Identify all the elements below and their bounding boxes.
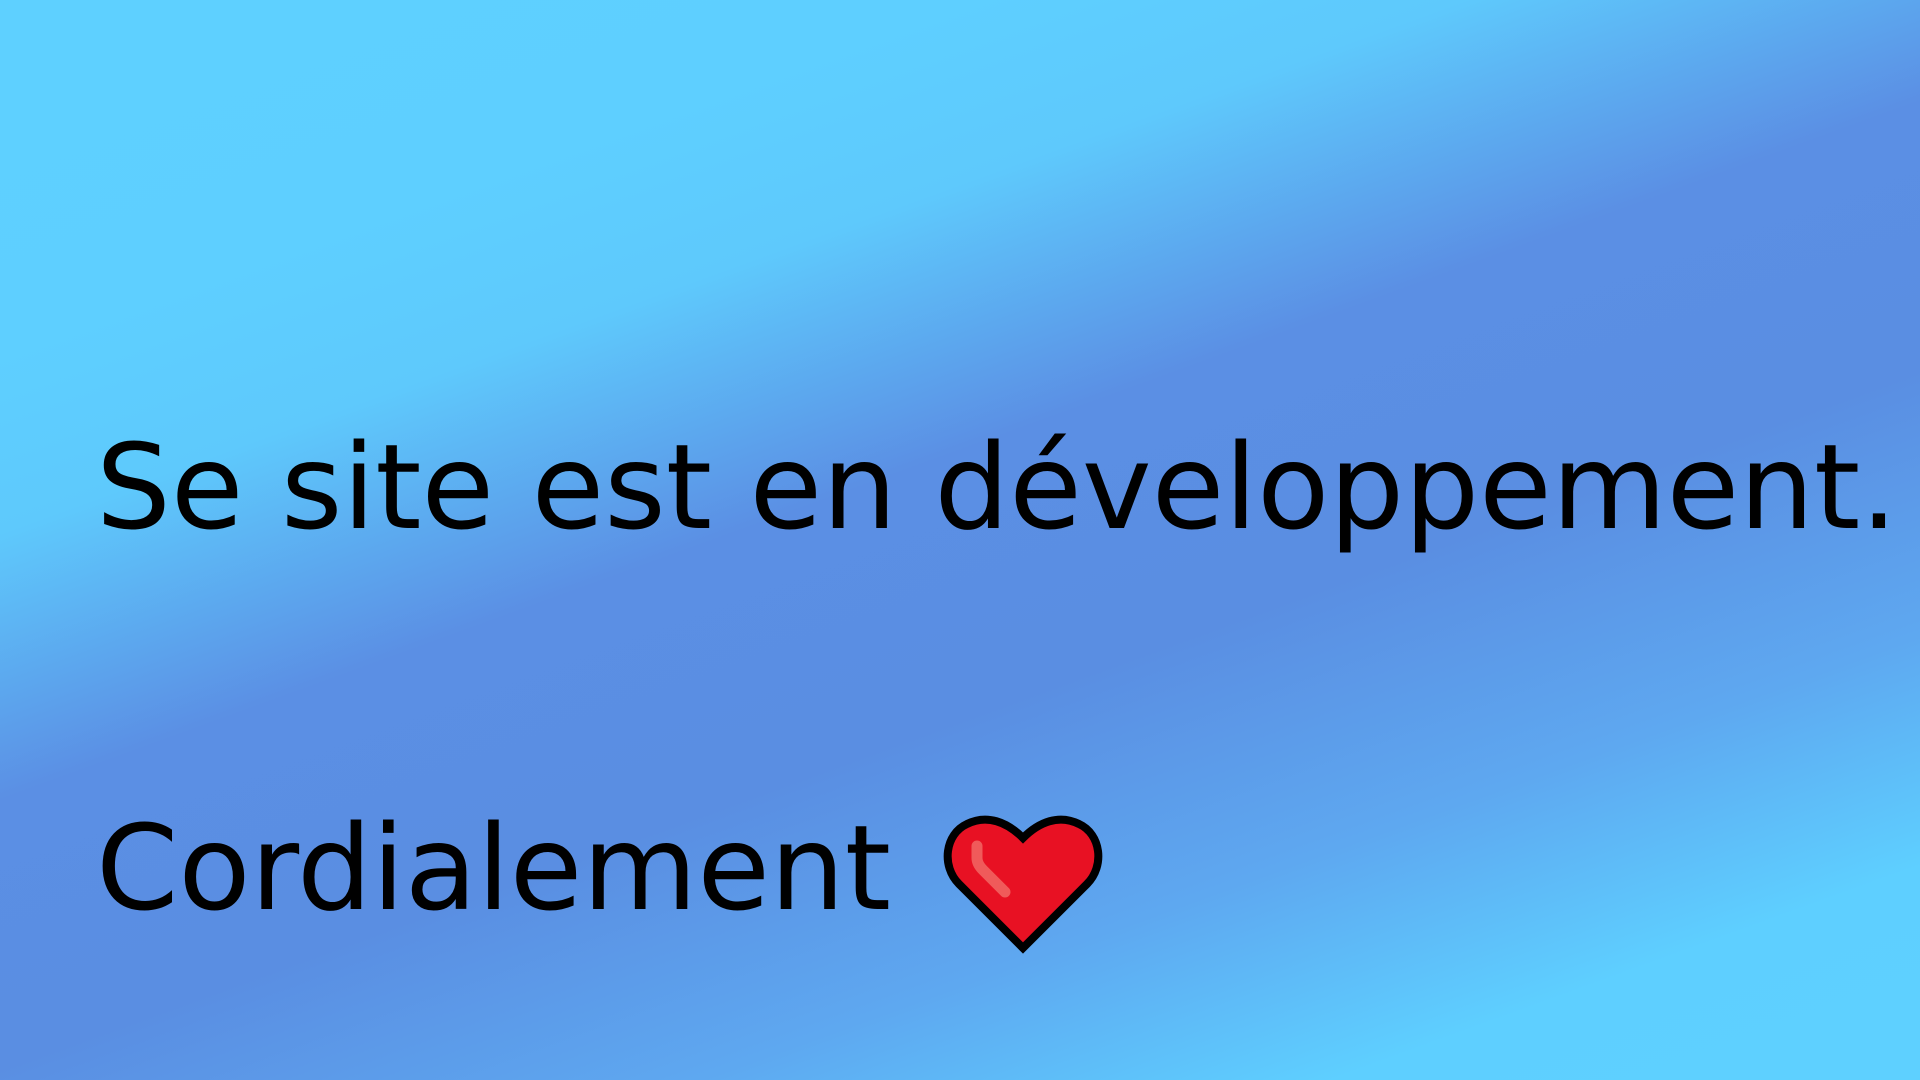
heart-icon — [939, 804, 1107, 954]
page: Se site est en développement. Cordialeme… — [0, 0, 1920, 1080]
signoff-row: Cordialement — [96, 782, 1107, 954]
signoff-text: Cordialement — [96, 799, 892, 937]
headline-text: Se site est en développement. — [96, 418, 1898, 556]
